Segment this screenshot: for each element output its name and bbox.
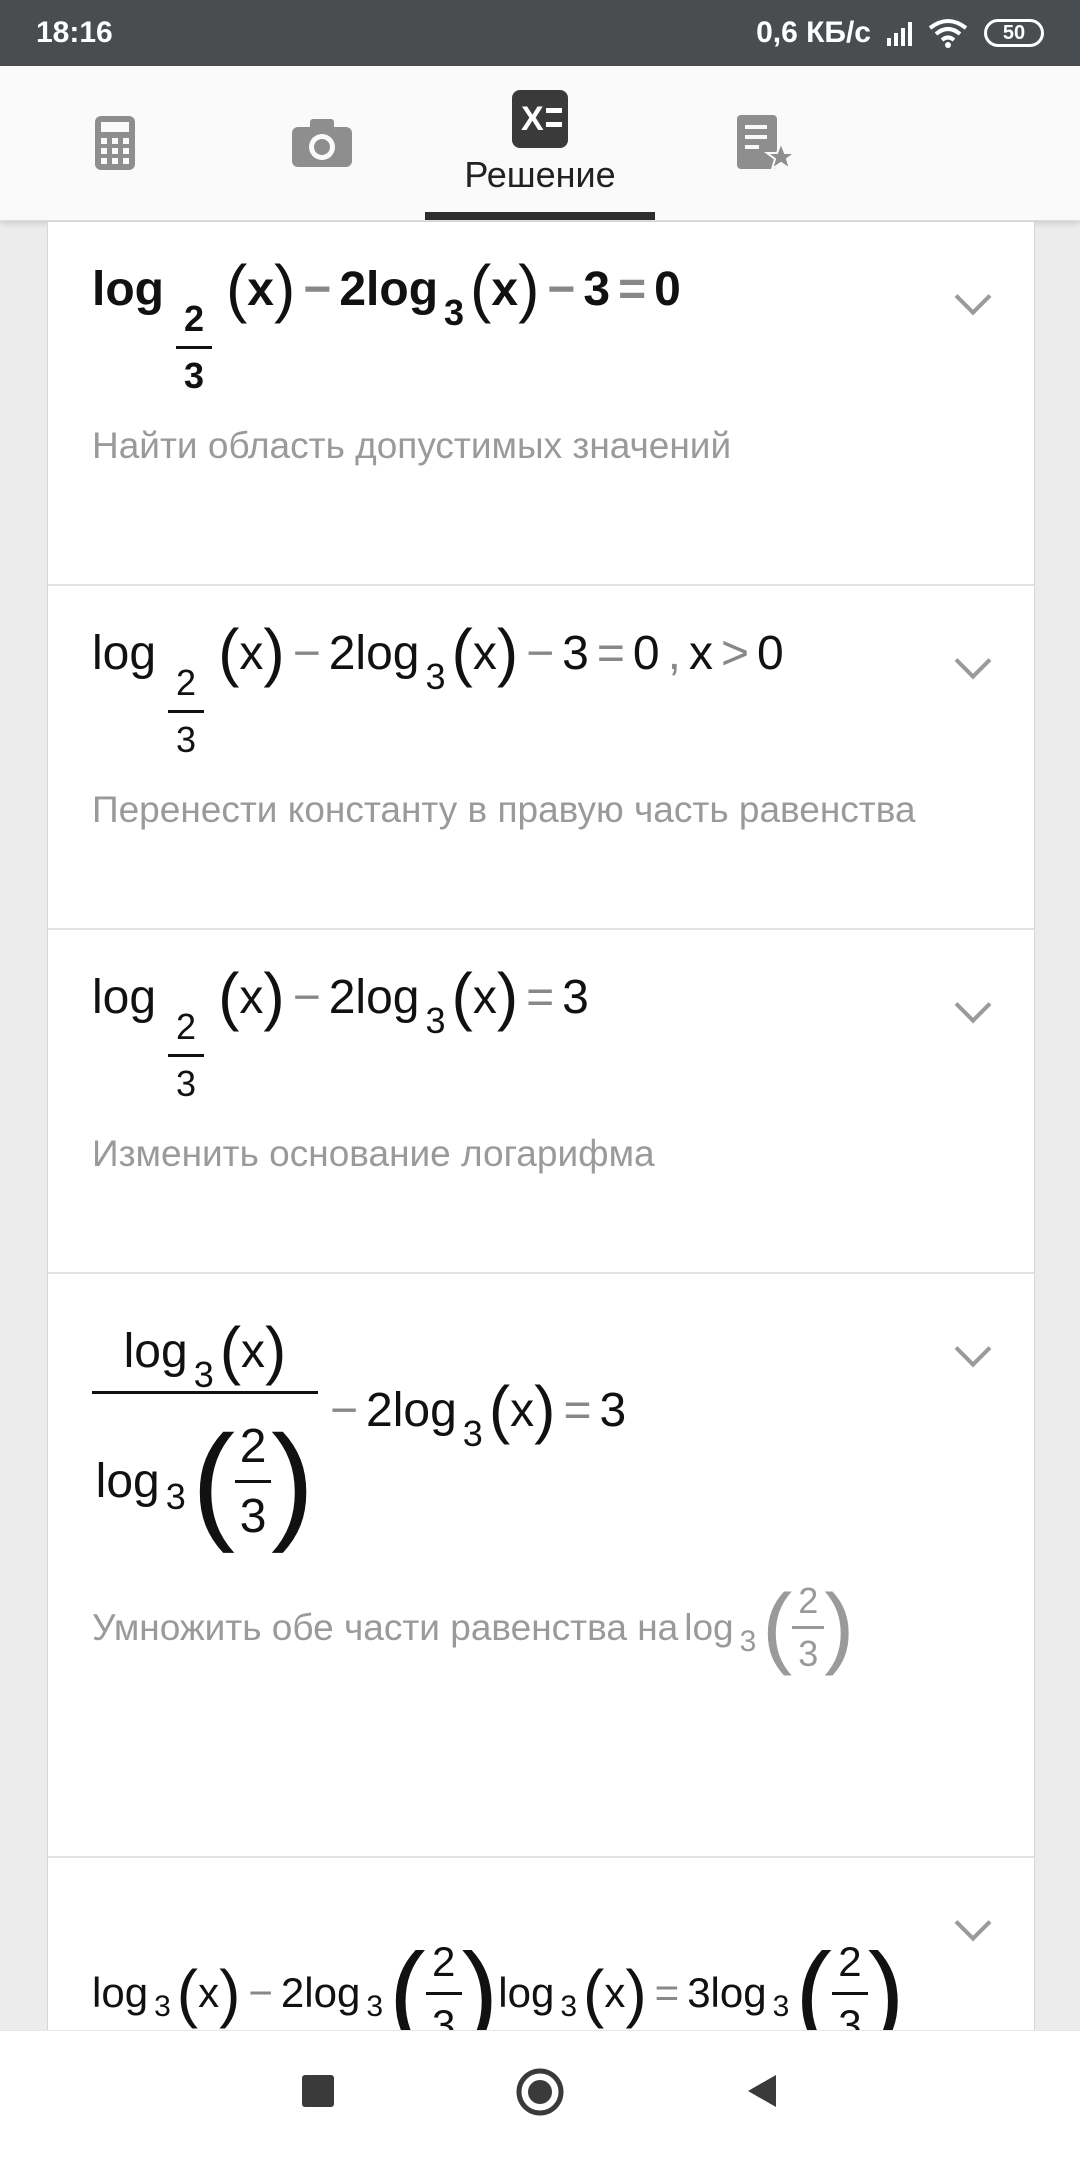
solution-steps[interactable]: log 23 (x) − 2log 3 (x) − 3 = 0 Найти обл… xyxy=(47,222,1035,2030)
camera-tab[interactable] xyxy=(207,66,437,220)
signal-icon xyxy=(887,20,912,46)
notebook-tab[interactable] xyxy=(650,66,880,220)
solution-tab[interactable]: X Решение xyxy=(425,66,655,220)
step-equation: log 23 (x) − 2log 3 (x) − 3 = 0 , x > 0 xyxy=(92,616,784,760)
wifi-icon xyxy=(928,19,968,48)
step-equation: log 3 (x) − 2log 3 ( 23 ) log 3 (x) = 3log 3… xyxy=(92,1931,905,2030)
back-icon[interactable] xyxy=(742,2071,782,2111)
solution-step[interactable]: log3 (x) log3 ( 23 ) − 2log3 (x) = 3 xyxy=(48,1274,1034,1858)
step-equation: log 23 (x) − 2log 3 (x) = 3 xyxy=(92,960,589,1104)
status-indicators: 0,6 КБ/с 50 xyxy=(756,16,1044,50)
solution-tab-label: Решение xyxy=(464,154,616,195)
x-minus-icon: X xyxy=(512,90,568,148)
calculator-tab[interactable] xyxy=(0,66,230,220)
home-icon[interactable] xyxy=(515,2067,565,2117)
step-description: Найти область допустимых значений xyxy=(92,425,732,466)
active-tab-indicator xyxy=(425,212,655,220)
step-description: Умножить обе части равенства на log 3 ( 2… xyxy=(92,1577,855,1677)
recents-icon[interactable] xyxy=(298,2071,338,2111)
step-equation: log 3 (x) log 3 ( 23 ) − 2log 3 (x) = 3 xyxy=(92,1318,1034,1556)
system-nav-bar xyxy=(0,2030,1080,2161)
calculator-icon xyxy=(95,116,135,170)
fraction: log 3 (x) log 3 ( 23 ) xyxy=(92,1318,318,1556)
network-speed: 0,6 КБ/с xyxy=(756,16,871,49)
camera-icon xyxy=(292,119,352,167)
step-description: Изменить основание логарифма xyxy=(92,1133,655,1174)
solution-step[interactable]: log 23 (x) − 2log 3 (x) − 3 = 0 , x > 0 П… xyxy=(48,586,1034,930)
solution-step[interactable]: log 23 (x) − 2log 3 (x) − 3 = 0 Найти обл… xyxy=(48,222,1034,586)
step-equation: log 23 (x) − 2log 3 (x) − 3 = 0 xyxy=(92,252,681,396)
svg-text:X: X xyxy=(521,100,544,138)
solution-step[interactable]: log 3 (x) − 2log 3 ( 23 ) log 3 (x) = 3log 3… xyxy=(48,1858,1034,2030)
battery-icon: 50 xyxy=(984,19,1044,47)
notebook-star-icon xyxy=(737,115,797,172)
step-description: Перенести константу в правую часть равен… xyxy=(92,789,916,830)
status-bar: 18:16 0,6 КБ/с 50 xyxy=(0,0,1080,66)
top-tab-bar: X Решение xyxy=(0,66,1080,221)
solution-step[interactable]: log 23 (x) − 2log 3 (x) = 3 Изменить осно… xyxy=(48,930,1034,1274)
status-time: 18:16 xyxy=(36,16,113,49)
